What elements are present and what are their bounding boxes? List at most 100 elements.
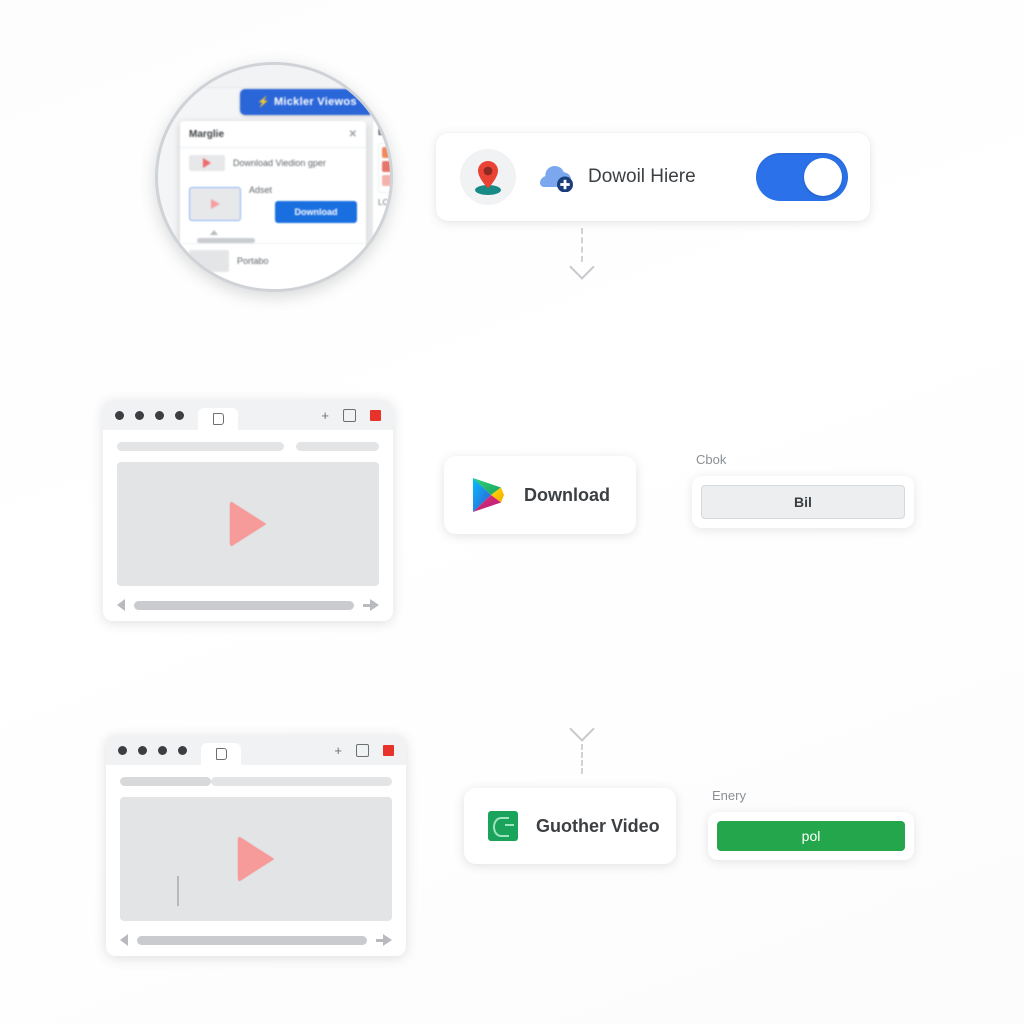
video-controls[interactable] xyxy=(117,599,379,611)
browser-window-controls: + xyxy=(321,408,381,422)
video-controls[interactable] xyxy=(120,934,392,946)
cbok-caption: Cbok xyxy=(696,452,727,467)
pol-button[interactable]: pol xyxy=(717,821,905,851)
enery-field-group: Enery pol xyxy=(708,788,914,860)
magnified-dialog-header: Marglie ✕ xyxy=(180,121,366,148)
magnified-dialog-title: Marglie xyxy=(189,128,225,140)
dashed-line xyxy=(581,744,583,774)
play-icon xyxy=(203,158,211,168)
guother-video-label: Guother Video xyxy=(536,815,660,836)
bolt-icon: ⚡ xyxy=(257,96,270,108)
progress-track[interactable] xyxy=(137,935,367,945)
magnifier-content: ⚡ Mickler Viewos Marglie ✕ Download Vied… xyxy=(158,65,390,289)
download-here-toggle[interactable] xyxy=(756,153,848,201)
previous-icon[interactable] xyxy=(120,934,128,946)
google-play-icon xyxy=(473,478,504,512)
magnified-dialog: Marglie ✕ Download Viedion gper Adset Do… xyxy=(180,121,366,289)
progress-track[interactable] xyxy=(134,600,354,610)
magnified-dialog-row: Download Viedion gper xyxy=(180,148,366,178)
magnified-promo-button-label: Mickler Viewos xyxy=(273,96,357,108)
magnified-dialog-row-label: Download Viedion gper xyxy=(233,158,326,168)
enery-caption: Enery xyxy=(712,788,746,803)
window-dots xyxy=(118,745,187,755)
illustration-canvas: ⚡ Mickler Viewos Marglie ✕ Download Vied… xyxy=(0,0,1024,1024)
bil-button[interactable]: Bil xyxy=(701,485,905,519)
new-tab-icon[interactable]: + xyxy=(321,409,329,422)
new-tab-icon[interactable]: + xyxy=(334,744,342,757)
video-thumbnail xyxy=(189,250,229,272)
magnified-caret-icon xyxy=(210,230,218,235)
maximize-icon[interactable] xyxy=(343,408,356,422)
page-icon xyxy=(212,413,224,425)
arrow-head-icon xyxy=(569,254,595,280)
thumbnail-item xyxy=(382,161,390,172)
video-thumbnail-selected[interactable] xyxy=(189,187,241,221)
maximize-icon[interactable] xyxy=(356,743,369,757)
magnified-download-button[interactable]: Download xyxy=(275,201,357,223)
download-button-card[interactable]: Download xyxy=(444,456,636,534)
play-icon[interactable] xyxy=(230,501,266,547)
magnified-dialog-option-label: Adset xyxy=(249,185,273,195)
content-placeholder-lines xyxy=(117,442,379,451)
browser-content xyxy=(103,430,393,621)
window-dot xyxy=(135,410,144,420)
guother-video-card[interactable]: Guother Video xyxy=(464,788,676,864)
map-pin-badge xyxy=(460,149,516,205)
download-here-card[interactable]: Dowoil Hiere xyxy=(436,133,870,221)
close-icon[interactable] xyxy=(383,744,394,756)
placeholder-line xyxy=(117,442,284,451)
green-video-icon xyxy=(488,811,518,841)
window-dot xyxy=(138,745,147,755)
map-pin-icon xyxy=(475,161,501,195)
browser-chrome: + xyxy=(103,400,393,430)
arrow-head-icon xyxy=(569,716,595,742)
window-dot xyxy=(178,745,187,755)
window-dot xyxy=(158,745,167,755)
browser-window-2[interactable]: + xyxy=(106,735,406,956)
previous-icon[interactable] xyxy=(117,599,125,611)
magnified-dialog-option-row: Adset Download xyxy=(180,178,366,230)
magnified-side-panel-text: LC xyxy=(378,198,389,207)
window-dots xyxy=(115,410,184,420)
cbok-field-group: Cbok Bil xyxy=(692,452,914,528)
video-thumbnail xyxy=(189,155,225,171)
timeline-playhead[interactable] xyxy=(177,876,179,906)
magnified-dialog-footer-label: Portabo xyxy=(237,256,269,266)
flow-arrow-down-top xyxy=(562,228,602,280)
cloud-plus-icon xyxy=(538,162,576,192)
browser-chrome: + xyxy=(106,735,406,765)
magnified-side-panel: De LC xyxy=(372,121,390,289)
magnified-side-panel-title: De xyxy=(378,127,390,137)
page-icon xyxy=(215,748,227,760)
window-dot xyxy=(175,410,184,420)
magnified-promo-button[interactable]: ⚡ Mickler Viewos xyxy=(240,89,374,115)
enery-field-shell: pol xyxy=(708,812,914,860)
content-placeholder-lines xyxy=(120,777,392,786)
browser-tab[interactable] xyxy=(198,408,238,430)
placeholder-line xyxy=(295,442,379,451)
magnifier-lens: ⚡ Mickler Viewos Marglie ✕ Download Vied… xyxy=(155,62,393,292)
placeholder-line xyxy=(120,777,211,786)
thumbnail-item xyxy=(382,175,390,186)
cbok-field-shell: Bil xyxy=(692,476,914,528)
toggle-knob xyxy=(804,158,842,196)
next-icon[interactable] xyxy=(363,599,379,611)
magnified-side-panel-thumbs xyxy=(378,143,390,193)
magnified-dialog-footer-row: Portabo xyxy=(180,243,366,278)
video-player-placeholder[interactable] xyxy=(120,797,392,921)
window-dot xyxy=(155,410,164,420)
window-dot xyxy=(118,745,127,755)
download-card-label: Download xyxy=(524,484,610,505)
thumbnail-item xyxy=(382,147,390,158)
video-player-placeholder[interactable] xyxy=(117,462,379,586)
play-icon[interactable] xyxy=(238,836,274,882)
download-here-label: Dowoil Hiere xyxy=(588,166,696,187)
browser-window-controls: + xyxy=(334,743,394,757)
browser-window-1[interactable]: + xyxy=(103,400,393,621)
magnified-page-topbar xyxy=(188,65,390,88)
close-icon[interactable] xyxy=(370,409,381,421)
browser-tab[interactable] xyxy=(201,743,241,765)
close-icon[interactable]: ✕ xyxy=(349,129,357,140)
browser-content xyxy=(106,765,406,956)
next-icon[interactable] xyxy=(376,934,392,946)
